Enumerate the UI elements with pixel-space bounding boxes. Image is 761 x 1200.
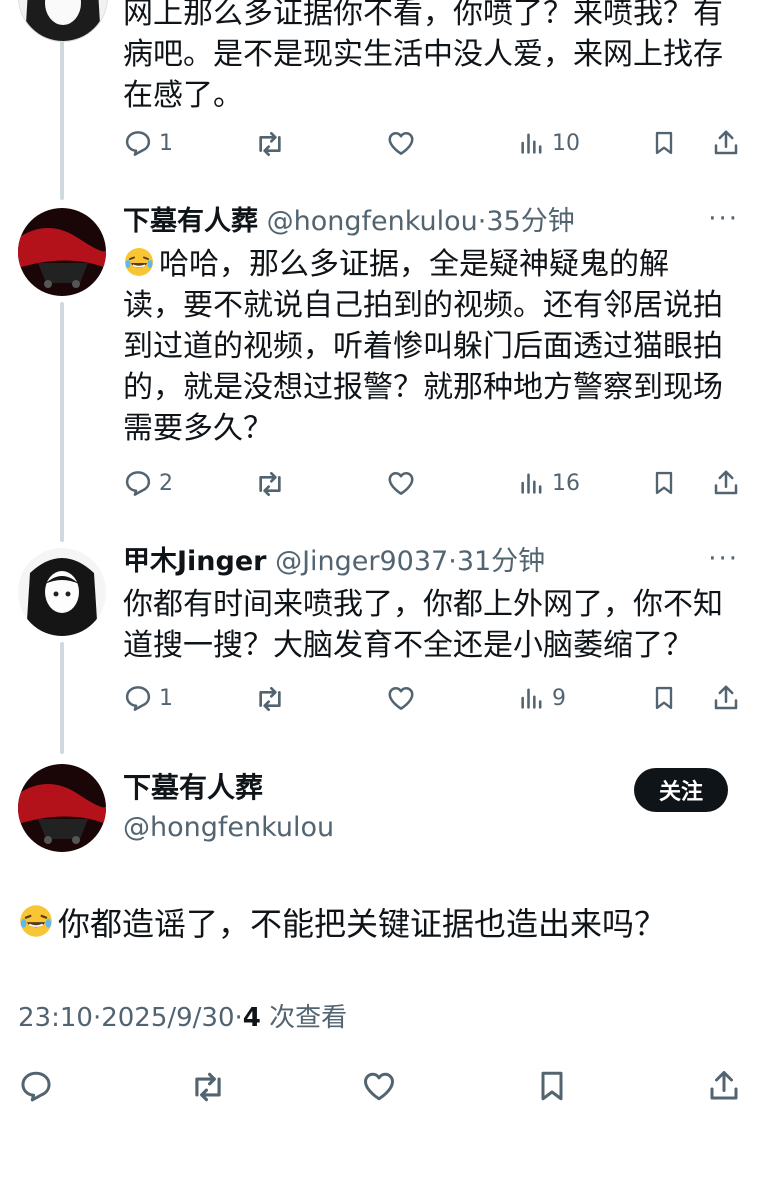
- tweet-metadata: 23:10·2025/9/30·4 次查看: [18, 1000, 347, 1036]
- reply-count: 2: [159, 470, 173, 496]
- more-options-button[interactable]: ···: [708, 204, 739, 234]
- reply-count: 1: [159, 130, 173, 156]
- user-handle[interactable]: @Jinger9037: [275, 546, 448, 577]
- separator: ·: [448, 546, 457, 577]
- display-name[interactable]: 甲木Jinger: [123, 546, 266, 577]
- like-button[interactable]: [386, 468, 416, 498]
- views-icon: [518, 468, 546, 498]
- bookmark-button[interactable]: [650, 468, 678, 498]
- tweet-time[interactable]: 31分钟: [457, 546, 545, 577]
- view-count: 4: [242, 1003, 261, 1033]
- tweet-text-line: 病吧。是不是现实生活中没人爱，来网上找存: [123, 37, 723, 72]
- retweet-button[interactable]: [189, 1068, 227, 1106]
- tweet-text-line: 你都有时间来喷我了，你都上外网了，你不知: [123, 587, 723, 622]
- separator: ·: [234, 1003, 243, 1033]
- more-options-button[interactable]: ···: [708, 544, 739, 574]
- display-name[interactable]: 下墓有人葬: [123, 206, 258, 237]
- laughing-emoji-icon: [123, 246, 155, 278]
- views-icon: [518, 683, 546, 713]
- user-handle[interactable]: @hongfenkulou: [267, 206, 478, 237]
- follow-button[interactable]: 关注: [634, 768, 728, 812]
- tweet-text-line: 道搜一搜？大脑发育不全还是小脑萎缩了？: [123, 628, 693, 663]
- retweet-icon: [254, 468, 286, 500]
- retweet-button[interactable]: [254, 128, 286, 160]
- reply-icon: [123, 683, 153, 713]
- reply-count: 1: [159, 685, 173, 711]
- reply-button[interactable]: 1: [123, 128, 173, 158]
- tweet-text: 网上那么多证据你不看，你喷了？来喷我？有 病吧。是不是现实生活中没人爱，来网上找…: [123, 0, 743, 116]
- view-label: 次查看: [269, 1003, 348, 1033]
- retweet-icon: [254, 683, 286, 715]
- views-icon: [518, 128, 546, 158]
- tweet-text: 你都有时间来喷我了，你都上外网了，你不知 道搜一搜？大脑发育不全还是小脑萎缩了？: [123, 584, 743, 666]
- share-icon: [706, 1068, 742, 1104]
- tweet-text: 哈哈，那么多证据，全是疑神疑鬼的解 读，要不就说自己拍到的视频。还有邻居说拍 到…: [123, 244, 743, 449]
- tweet-time[interactable]: 35分钟: [486, 206, 574, 237]
- like-button[interactable]: [361, 1068, 397, 1104]
- tweet-time[interactable]: 23:10: [18, 1003, 93, 1033]
- retweet-button[interactable]: [254, 683, 286, 715]
- tweet-date[interactable]: 2025/9/30: [101, 1003, 234, 1033]
- retweet-button[interactable]: [254, 468, 286, 500]
- views-count: 16: [552, 470, 580, 496]
- reply-icon: [123, 128, 153, 158]
- tweet-text-line: 到过道的视频，听着惨叫躲门后面透过猫眼拍: [123, 329, 723, 364]
- tweet-header: 下墓有人葬 @hongfenkulou·35分钟: [123, 204, 575, 240]
- share-icon: [711, 468, 741, 498]
- thread-line: [60, 302, 64, 542]
- bookmark-icon: [650, 468, 678, 498]
- like-button[interactable]: [386, 128, 416, 158]
- main-tweet-text-content: 你都造谣了，不能把关键证据也造出来吗？: [58, 905, 667, 943]
- like-icon: [386, 468, 416, 498]
- share-button[interactable]: [711, 683, 741, 713]
- reply-icon: [18, 1068, 54, 1104]
- bookmark-icon: [534, 1068, 570, 1104]
- reply-button[interactable]: [18, 1068, 54, 1104]
- share-icon: [711, 683, 741, 713]
- tweet-text-line: 读，要不就说自己拍到的视频。还有邻居说拍: [123, 288, 723, 323]
- avatar[interactable]: [18, 548, 106, 636]
- retweet-icon: [254, 128, 286, 160]
- share-button[interactable]: [706, 1068, 742, 1104]
- display-name[interactable]: 下墓有人葬: [123, 770, 263, 806]
- thread-line: [60, 642, 64, 754]
- tweet-text-line: 网上那么多证据你不看，你喷了？来喷我？有: [123, 0, 723, 31]
- avatar[interactable]: [18, 764, 106, 852]
- like-icon: [361, 1068, 397, 1104]
- tweet-text-fragment: 哈哈，那么多证据，全是疑神疑鬼的解: [159, 247, 669, 282]
- share-button[interactable]: [711, 468, 741, 498]
- tweet-text-line: 在感了。: [123, 78, 243, 113]
- bookmark-icon: [650, 128, 678, 158]
- views-button[interactable]: 10: [518, 128, 580, 158]
- avatar[interactable]: [18, 0, 108, 42]
- tweet-text-line: 哈哈，那么多证据，全是疑神疑鬼的解: [123, 244, 743, 285]
- views-button[interactable]: 16: [518, 468, 580, 498]
- share-icon: [711, 128, 741, 158]
- like-button[interactable]: [386, 683, 416, 713]
- main-tweet-text: 你都造谣了，不能把关键证据也造出来吗？: [18, 902, 666, 946]
- tweet-header: 甲木Jinger @Jinger9037·31分钟: [123, 544, 545, 580]
- bookmark-button[interactable]: [534, 1068, 570, 1104]
- share-button[interactable]: [711, 128, 741, 158]
- views-count: 9: [552, 685, 566, 711]
- like-icon: [386, 128, 416, 158]
- tweet-text-line: 需要多久？: [123, 411, 273, 446]
- like-icon: [386, 683, 416, 713]
- bookmark-icon: [650, 683, 678, 713]
- retweet-icon: [189, 1068, 227, 1106]
- bookmark-button[interactable]: [650, 128, 678, 158]
- avatar[interactable]: [18, 208, 106, 296]
- views-count: 10: [552, 130, 580, 156]
- bookmark-button[interactable]: [650, 683, 678, 713]
- reply-icon: [123, 468, 153, 498]
- views-button[interactable]: 9: [518, 683, 566, 713]
- reply-button[interactable]: 2: [123, 468, 173, 498]
- laughing-emoji-icon: [18, 903, 54, 939]
- tweet-text-line: 的，就是没想过报警？就那种地方警察到现场: [123, 370, 723, 405]
- separator: ·: [92, 1003, 102, 1033]
- user-handle[interactable]: @hongfenkulou: [123, 810, 334, 846]
- reply-button[interactable]: 1: [123, 683, 173, 713]
